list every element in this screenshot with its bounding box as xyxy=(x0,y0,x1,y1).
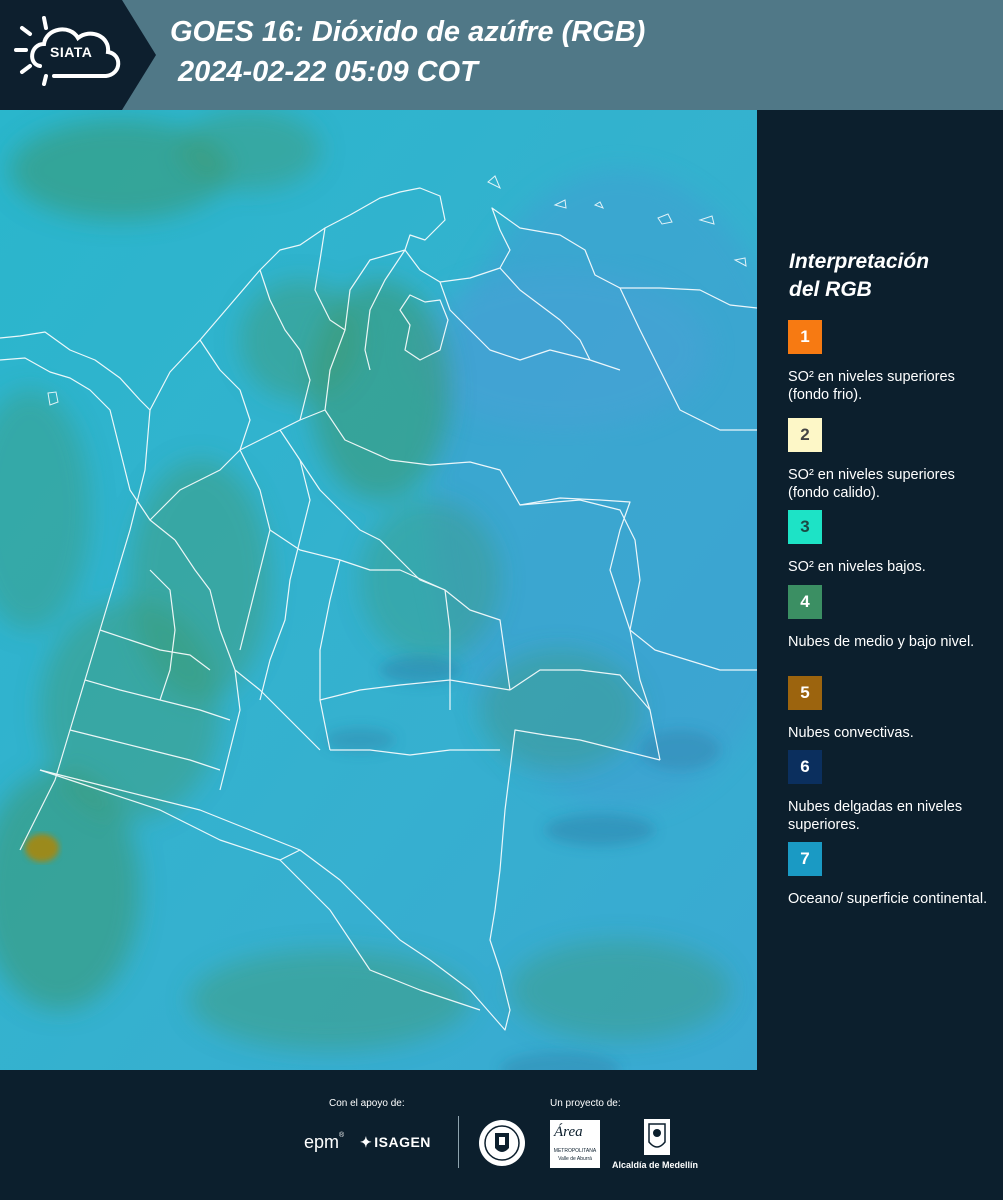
rgb-satellite-image xyxy=(0,110,757,1070)
page-title: GOES 16: Dióxido de azúfre (RGB) xyxy=(170,16,646,48)
legend-number: 6 xyxy=(800,757,810,776)
legend-swatch-5: 5 xyxy=(788,676,822,710)
legend-item-7: 7 Oceano/ superficie continental. xyxy=(788,842,988,908)
rgb-legend: Interpretación del RGB 1 SO² en niveles … xyxy=(770,110,1000,1070)
satellite-map[interactable] xyxy=(0,110,757,1070)
legend-item-6: 6 Nubes delgadas en niveles superiores. xyxy=(788,750,988,834)
legend-swatch-3: 3 xyxy=(788,510,822,544)
legend-label: Nubes delgadas en niveles superiores. xyxy=(788,799,963,833)
legend-number: 1 xyxy=(800,327,810,346)
legend-number: 3 xyxy=(800,517,810,536)
alcaldia-shield-icon[interactable] xyxy=(643,1118,671,1156)
legend-swatch-2: 2 xyxy=(788,418,822,452)
project-caption: Un proyecto de: xyxy=(550,1098,621,1109)
legend-title-line2: del RGB xyxy=(789,278,872,301)
legend-item-4: 4 Nubes de medio y bajo nivel. xyxy=(788,585,988,651)
logo-text: SIATA xyxy=(50,44,93,60)
isagen-logo[interactable]: ✦ ISAGEN xyxy=(360,1134,431,1151)
legend-number: 5 xyxy=(800,683,810,702)
area-logo-subtitle2: Valle de Aburrá xyxy=(558,1156,592,1162)
legend-swatch-4: 4 xyxy=(788,585,822,619)
legend-item-1: 1 SO² en niveles superiores (fondo frio)… xyxy=(788,320,988,404)
support-caption: Con el apoyo de: xyxy=(329,1098,405,1109)
epm-logo[interactable]: epm® xyxy=(304,1132,344,1153)
legend-swatch-1: 1 xyxy=(788,320,822,354)
legend-swatch-7: 7 xyxy=(788,842,822,876)
legend-swatch-6: 6 xyxy=(788,750,822,784)
legend-label: SO² en niveles superiores (fondo calido)… xyxy=(788,467,955,501)
legend-number: 2 xyxy=(800,425,810,444)
page-timestamp: 2024-02-22 05:09 COT xyxy=(178,56,478,88)
area-logo-text: Área xyxy=(554,1124,583,1140)
legend-number: 7 xyxy=(800,849,810,868)
legend-label: Oceano/ superficie continental. xyxy=(788,891,988,907)
isagen-logo-text: ISAGEN xyxy=(374,1134,431,1150)
footer: Con el apoyo de: Un proyecto de: epm® ✦ I… xyxy=(0,1070,1003,1200)
legend-title-line1: Interpretación xyxy=(789,250,930,273)
legend-item-5: 5 Nubes convectivas. xyxy=(788,676,988,742)
legend-label: SO² en niveles superiores (fondo frio). xyxy=(788,369,955,403)
legend-label: Nubes de medio y bajo nivel. xyxy=(788,634,975,650)
epm-logo-text: epm xyxy=(304,1132,340,1152)
alcaldia-label: Alcaldía de Medellín xyxy=(612,1160,699,1170)
isagen-icon: ✦ xyxy=(360,1134,373,1150)
legend-label: SO² en niveles bajos. xyxy=(788,559,926,575)
area-logo-subtitle: METROPOLITANA xyxy=(553,1148,597,1154)
legend-title: Interpretación del RGB xyxy=(789,248,989,304)
medellin-seal-icon[interactable] xyxy=(478,1118,526,1168)
area-metropolitana-logo[interactable]: Área METROPOLITANA Valle de Aburrá xyxy=(550,1120,600,1168)
header: SIATA GOES 16: Dióxido de azúfre (RGB) 2… xyxy=(0,0,1003,110)
footer-divider xyxy=(458,1116,459,1168)
legend-item-2: 2 SO² en niveles superiores (fondo calid… xyxy=(788,418,988,502)
legend-item-3: 3 SO² en niveles bajos. xyxy=(788,510,988,576)
legend-label: Nubes convectivas. xyxy=(788,725,914,741)
siata-logo[interactable]: SIATA xyxy=(0,0,156,110)
legend-number: 4 xyxy=(800,592,810,611)
